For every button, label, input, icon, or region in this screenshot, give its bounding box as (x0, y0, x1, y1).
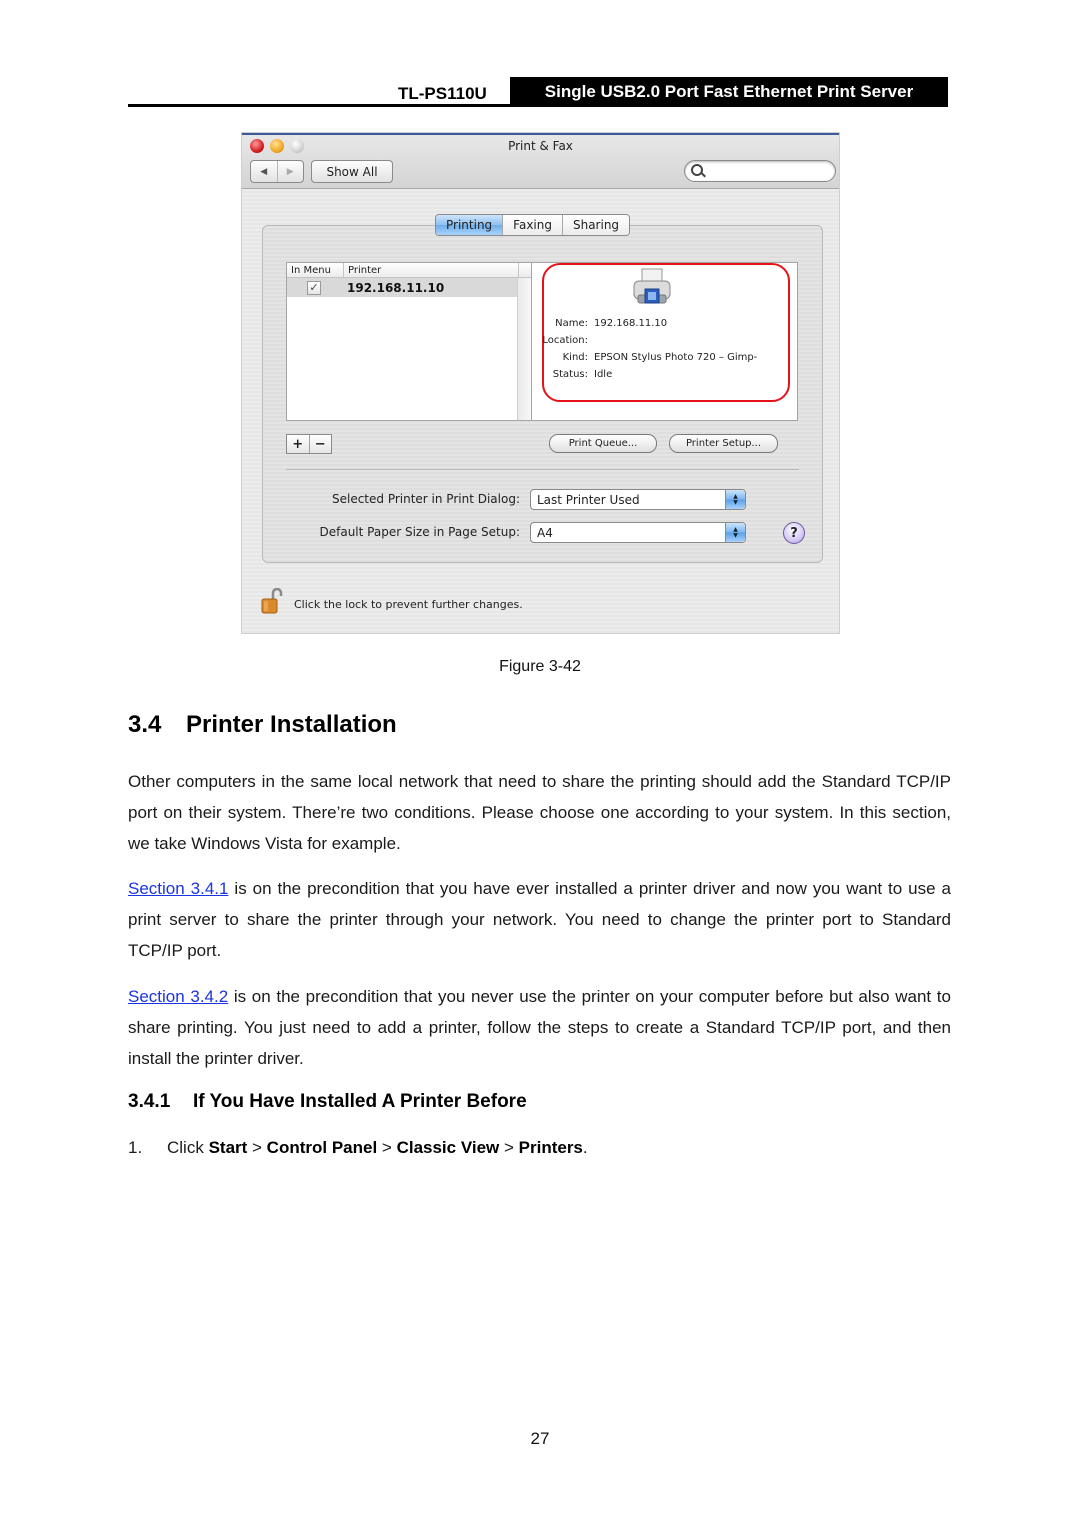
intro-paragraph: Other computers in the same local networ… (128, 772, 951, 853)
printer-list: In Menu Printer ✓ 192.168.11.10 (286, 262, 532, 421)
section-title: Printer Installation (186, 711, 397, 738)
search-icon (691, 164, 703, 176)
detail-kind: Kind: EPSON Stylus Photo 720 – Gimp- (562, 352, 758, 363)
stepper-arrows-icon: ▲ ▼ (725, 523, 745, 542)
section-heading: 3.4 Printer Installation (128, 711, 397, 739)
detail-status: Status: Idle (552, 369, 613, 380)
tab-sharing[interactable]: Sharing (561, 215, 630, 235)
subsection-title: If You Have Installed A Printer Before (193, 1091, 527, 1112)
title-bar: Print & Fax ◀ ▶ Show All (242, 133, 839, 189)
header-product: Single USB2.0 Port Fast Ethernet Print S… (510, 77, 948, 107)
figure-caption: Figure 3-42 (499, 658, 581, 675)
divider (286, 469, 799, 470)
back-icon[interactable]: ◀ (251, 161, 277, 182)
lock-icon[interactable] (261, 588, 283, 614)
detail-location: Location: (542, 335, 588, 346)
paper-size-label: Default Paper Size in Page Setup: (319, 525, 521, 539)
printer-icon (633, 268, 671, 304)
help-button[interactable]: ? (783, 522, 805, 544)
printer-details: Name: 192.168.11.10 Location: Kind: EPSON … (531, 262, 798, 421)
section-number: 3.4 (128, 711, 162, 738)
tab-bar: Printing Faxing Sharing (435, 214, 631, 236)
paragraph-3-4-1: Section 3.4.1 is on the precondition tha… (128, 879, 951, 960)
selected-printer-select[interactable]: Last Printer Used ▲ ▼ (530, 489, 746, 510)
link-section-3-4-2[interactable]: Section 3.4.2 (128, 987, 228, 1006)
column-in-menu[interactable]: In Menu (287, 263, 344, 277)
header-model: TL-PS110U (398, 84, 487, 103)
printer-setup-button[interactable]: Printer Setup... (669, 434, 778, 453)
printer-row[interactable]: ✓ 192.168.11.10 (287, 278, 517, 297)
subsection-heading: 3.4.1 If You Have Installed A Printer Bef… (128, 1091, 527, 1113)
link-section-3-4-1[interactable]: Section 3.4.1 (128, 879, 228, 898)
printer-name: 192.168.11.10 (347, 280, 445, 295)
paper-size-select[interactable]: A4 ▲ ▼ (530, 522, 746, 543)
lock-message: Click the lock to prevent further change… (294, 598, 523, 611)
show-all-button[interactable]: Show All (311, 160, 393, 183)
remove-printer-button[interactable]: − (308, 435, 332, 453)
selected-printer-label: Selected Printer in Print Dialog: (331, 492, 520, 506)
page-number: 27 (530, 1429, 550, 1448)
stepper-arrows-icon: ▲ ▼ (725, 490, 745, 509)
add-printer-button[interactable]: + (287, 435, 309, 453)
detail-name: Name: 192.168.11.10 (555, 318, 668, 329)
tab-printing[interactable]: Printing (436, 215, 503, 235)
list-scrollbar[interactable] (517, 278, 531, 420)
step-1: 1. Click Start > Control Panel > Classic … (128, 1138, 588, 1157)
window-title: Print & Fax (508, 139, 573, 153)
print-queue-button[interactable]: Print Queue... (549, 434, 657, 453)
nav-buttons: ◀ ▶ (250, 160, 304, 183)
list-header: In Menu Printer (287, 263, 531, 278)
in-menu-checkbox[interactable]: ✓ (307, 280, 321, 295)
paragraph-3-4-2: Section 3.4.2 is on the precondition tha… (128, 987, 951, 1068)
tab-faxing[interactable]: Faxing (502, 215, 562, 235)
search-input[interactable] (684, 160, 836, 182)
print-fax-window: Print & Fax ◀ ▶ Show All Printing Faxing… (241, 132, 840, 634)
add-remove-buttons: + − (286, 434, 332, 454)
forward-icon[interactable]: ▶ (276, 161, 304, 182)
subsection-number: 3.4.1 (128, 1091, 171, 1112)
column-printer[interactable]: Printer (344, 263, 519, 277)
